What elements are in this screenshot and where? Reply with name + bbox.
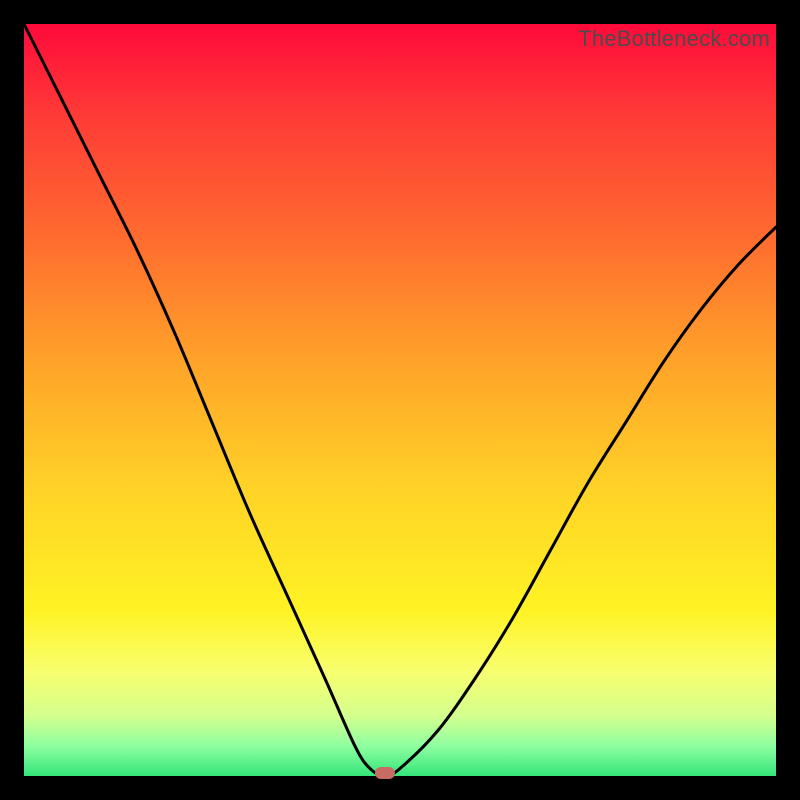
optimal-point-marker — [375, 767, 395, 779]
chart-frame: TheBottleneck.com — [0, 0, 800, 800]
curve-path — [24, 24, 776, 776]
bottleneck-curve — [24, 24, 776, 776]
plot-area: TheBottleneck.com — [24, 24, 776, 776]
